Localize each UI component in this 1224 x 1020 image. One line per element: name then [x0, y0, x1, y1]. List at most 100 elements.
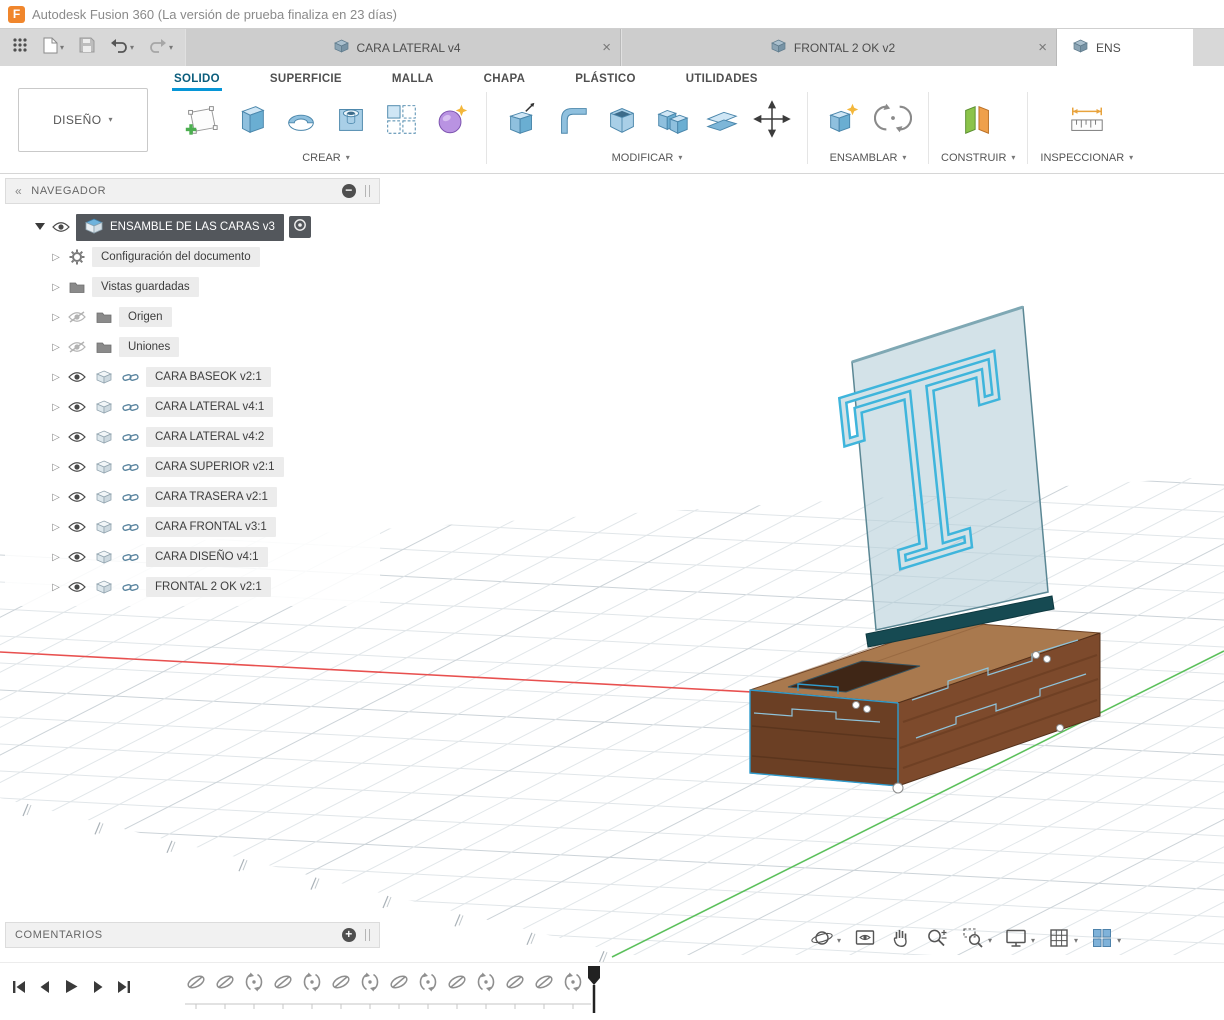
tab-close-icon[interactable]: × — [1038, 40, 1047, 55]
nav-component-item[interactable]: ▷CARA DISEÑO v4:1 — [5, 542, 380, 572]
revolve-tool-button[interactable] — [278, 94, 324, 148]
nav-item-joints[interactable]: ▷ Uniones — [5, 332, 380, 362]
expand-arrow[interactable]: ▷ — [49, 282, 63, 293]
ribbon-tab-plástico[interactable]: PLÁSTICO — [573, 73, 638, 91]
redo-button[interactable]: ▾ — [149, 38, 173, 58]
timeline-feature-as-built-joint[interactable] — [301, 971, 323, 993]
model-assembly[interactable]: T T — [750, 307, 1100, 793]
app-menu-button[interactable] — [12, 37, 28, 58]
ribbon-tab-utilidades[interactable]: UTILIDADES — [684, 73, 760, 91]
timeline-feature-as-built-joint[interactable] — [359, 971, 381, 993]
nav-component-item[interactable]: ▷ CARA LATERAL v4:1 — [5, 392, 380, 422]
component-label[interactable]: CARA FRONTAL v3:1 — [146, 517, 276, 537]
nav-component-item[interactable]: ▷ CARA LATERAL v4:2 — [5, 422, 380, 452]
component-label[interactable]: CARA TRASERA v2:1 — [146, 487, 277, 507]
timeline-marker[interactable] — [586, 965, 602, 1017]
visibility-eye-icon[interactable] — [63, 551, 90, 563]
nav-item-label[interactable]: Uniones — [119, 337, 179, 357]
expand-arrow[interactable]: ▷ — [49, 312, 63, 323]
nav-item-label[interactable]: Vistas guardadas — [92, 277, 199, 297]
navigator-header[interactable]: « NAVEGADOR − — [5, 178, 380, 204]
skip-to-end-button[interactable] — [117, 980, 131, 999]
shell-tool-button[interactable] — [599, 94, 645, 148]
circle-minus-icon[interactable]: − — [342, 184, 356, 198]
nav-component-item[interactable]: ▷ CARA BASEOK v2:1 — [5, 362, 380, 392]
timeline-feature-joint[interactable] — [504, 971, 526, 993]
expand-arrow[interactable]: ▷ — [49, 492, 63, 503]
timeline-feature-as-built-joint[interactable] — [243, 971, 265, 993]
group-dropdown[interactable]: CREAR▾ — [302, 152, 350, 164]
group-dropdown[interactable]: ENSAMBLAR▾ — [830, 152, 907, 164]
ribbon-tab-malla[interactable]: MALLA — [390, 73, 436, 91]
visibility-off-icon[interactable] — [63, 311, 90, 323]
visibility-eye-icon[interactable] — [63, 371, 90, 383]
play-button[interactable] — [64, 979, 79, 999]
timeline-track[interactable] — [185, 1003, 605, 1015]
expand-arrow[interactable]: ▷ — [49, 342, 63, 353]
expand-arrow[interactable]: ▷ — [49, 582, 63, 593]
nav-item-label[interactable]: Origen — [119, 307, 172, 327]
add-comment-icon[interactable]: + — [342, 928, 356, 942]
viewports-button[interactable]: ▾ — [1090, 926, 1121, 955]
expand-arrow[interactable]: ▷ — [49, 522, 63, 533]
form-tool-button[interactable] — [428, 94, 474, 148]
nav-root-item[interactable]: ENSAMBLE DE LAS CARAS v3 — [5, 212, 380, 242]
nav-item-document-settings[interactable]: ▷ Configuración del documento — [5, 242, 380, 272]
group-dropdown[interactable]: CONSTRUIR▾ — [941, 152, 1015, 164]
workspace-selector[interactable]: DISEÑO ▾ — [18, 88, 148, 152]
timeline-feature-joint[interactable] — [214, 971, 236, 993]
create-sketch-tool-button[interactable] — [178, 94, 224, 148]
component-label[interactable]: FRONTAL 2 OK v2:1 — [146, 577, 271, 597]
visibility-eye-icon[interactable] — [63, 491, 90, 503]
panel-grip[interactable] — [365, 185, 370, 197]
offset-face-tool-button[interactable] — [699, 94, 745, 148]
expand-arrow[interactable]: ▷ — [49, 252, 63, 263]
timeline-feature-joint[interactable] — [446, 971, 468, 993]
document-tab[interactable]: CARA LATERAL v4× — [185, 29, 621, 66]
hole-tool-button[interactable] — [328, 94, 374, 148]
step-back-button[interactable] — [38, 980, 52, 999]
fillet-tool-button[interactable] — [549, 94, 595, 148]
nav-item-saved-views[interactable]: ▷ Vistas guardadas — [5, 272, 380, 302]
pan-button[interactable] — [889, 926, 913, 955]
panel-grip[interactable] — [365, 929, 370, 941]
undo-button[interactable]: ▾ — [110, 38, 134, 58]
visibility-eye-icon[interactable] — [63, 431, 90, 443]
zoom-button[interactable] — [925, 926, 949, 955]
construction-plane-tool-button[interactable] — [955, 94, 1001, 148]
nav-item-origin[interactable]: ▷ Origen — [5, 302, 380, 332]
look-at-button[interactable] — [853, 926, 877, 955]
timeline-feature-as-built-joint[interactable] — [562, 971, 584, 993]
tab-close-icon[interactable]: × — [602, 40, 611, 55]
component-label[interactable]: CARA LATERAL v4:2 — [146, 427, 273, 447]
orbit-button[interactable]: ▾ — [810, 926, 841, 955]
activate-component-button[interactable] — [289, 216, 311, 238]
nav-component-item[interactable]: ▷ CARA FRONTAL v3:1 — [5, 512, 380, 542]
component-label[interactable]: CARA DISEÑO v4:1 — [146, 547, 268, 567]
expand-arrow[interactable]: ▷ — [49, 402, 63, 413]
timeline-feature-joint[interactable] — [388, 971, 410, 993]
rectangular-pattern-tool-button[interactable] — [378, 94, 424, 148]
timeline-feature-joint[interactable] — [533, 971, 555, 993]
component-label[interactable]: CARA LATERAL v4:1 — [146, 397, 273, 417]
visibility-eye-icon[interactable] — [63, 521, 90, 533]
visibility-eye-icon[interactable] — [63, 461, 90, 473]
measure-tool-button[interactable] — [1064, 94, 1110, 148]
expand-arrow[interactable] — [33, 222, 47, 233]
timeline-feature-joint[interactable] — [185, 971, 207, 993]
ribbon-tab-chapa[interactable]: CHAPA — [482, 73, 528, 91]
nav-component-item[interactable]: ▷CARA SUPERIOR v2:1 — [5, 452, 380, 482]
joint-tool-button[interactable] — [870, 94, 916, 148]
document-tab[interactable]: FRONTAL 2 OK v2× — [621, 29, 1057, 66]
combine-tool-button[interactable] — [649, 94, 695, 148]
visibility-off-icon[interactable] — [63, 341, 90, 353]
component-label[interactable]: CARA BASEOK v2:1 — [146, 367, 271, 387]
group-dropdown[interactable]: MODIFICAR▾ — [612, 152, 683, 164]
expand-arrow[interactable]: ▷ — [49, 372, 63, 383]
save-button[interactable] — [79, 37, 95, 58]
new-component-tool-button[interactable] — [820, 94, 866, 148]
expand-arrow[interactable]: ▷ — [49, 462, 63, 473]
visibility-eye-icon[interactable] — [63, 581, 90, 593]
group-dropdown[interactable]: INSPECCIONAR▾ — [1040, 152, 1133, 164]
expand-arrow[interactable]: ▷ — [49, 432, 63, 443]
